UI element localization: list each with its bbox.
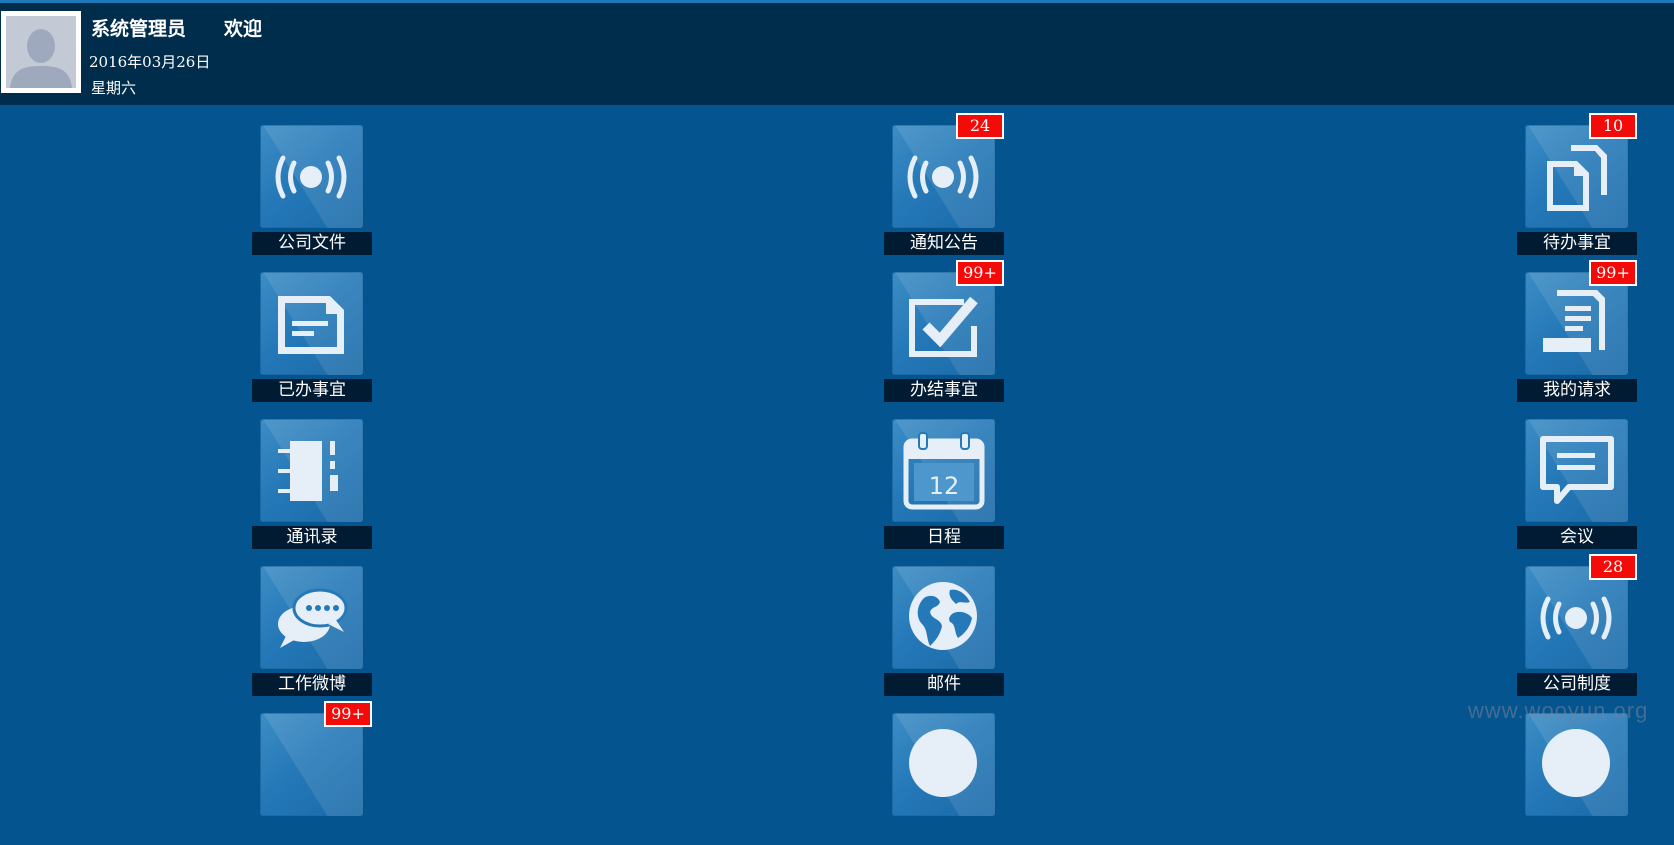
broadcast-icon	[1525, 566, 1628, 669]
tile-label: 办结事宜	[884, 379, 1004, 402]
tile-label: 工作微博	[252, 673, 372, 696]
calendar-day: 12	[929, 472, 960, 500]
tile-row5-middle[interactable]	[884, 713, 1004, 845]
tile-address-book[interactable]: 通讯录	[252, 419, 372, 551]
tile-notices[interactable]: 24 通知公告	[884, 113, 1004, 257]
avatar[interactable]	[1, 11, 81, 93]
current-weekday: 星期六	[91, 79, 137, 97]
calendar-icon: 12	[892, 419, 995, 522]
tile-row5-right[interactable]	[1517, 713, 1637, 845]
speech-bubble-icon	[1525, 419, 1628, 522]
count-badge: 24	[956, 113, 1004, 139]
globe-icon	[1525, 713, 1628, 816]
globe-icon	[892, 566, 995, 669]
broadcast-icon	[260, 713, 363, 816]
count-badge: 28	[1589, 554, 1637, 580]
welcome-text: 欢迎	[224, 18, 263, 40]
globe-icon	[892, 713, 995, 816]
tile-company-files[interactable]: 公司文件	[252, 125, 372, 257]
chat-bubbles-icon	[260, 566, 363, 669]
avatar-silhouette-icon	[6, 16, 76, 88]
tile-label: 已办事宜	[252, 379, 372, 402]
tile-label: 会议	[1517, 526, 1637, 549]
address-book-icon	[260, 419, 363, 522]
tile-pending-tasks[interactable]: 10 待办事宜	[1517, 113, 1637, 257]
tile-label: 待办事宜	[1517, 232, 1637, 255]
checkbox-icon	[892, 272, 995, 375]
tile-label: 我的请求	[1517, 379, 1637, 402]
documents-icon	[1525, 125, 1628, 228]
tile-work-microblog[interactable]: 工作微博	[252, 566, 372, 698]
tile-label: 通讯录	[252, 526, 372, 549]
tile-schedule[interactable]: 12 日程	[884, 419, 1004, 551]
tile-label: 通知公告	[884, 232, 1004, 255]
tile-completed-tasks[interactable]: 已办事宜	[252, 272, 372, 404]
broadcast-icon	[260, 125, 363, 228]
user-header: 系统管理员 欢迎 2016年03月26日 星期六	[0, 3, 1674, 105]
user-name: 系统管理员	[91, 18, 187, 40]
count-badge: 99+	[956, 260, 1004, 286]
tile-label: 公司文件	[252, 232, 372, 255]
tile-label: 日程	[884, 526, 1004, 549]
tile-finished-tasks[interactable]: 99+ 办结事宜	[884, 260, 1004, 404]
current-date: 2016年03月26日	[89, 53, 211, 71]
tile-mail[interactable]: 邮件	[884, 566, 1004, 698]
tile-label: 公司制度	[1517, 673, 1637, 696]
count-badge: 99+	[324, 701, 372, 727]
tile-label: 邮件	[884, 673, 1004, 696]
tile-my-requests[interactable]: 99+ 我的请求	[1517, 260, 1637, 404]
tile-company-rules[interactable]: 28 公司制度	[1517, 554, 1637, 698]
tile-meeting[interactable]: 会议	[1517, 419, 1637, 551]
broadcast-icon	[892, 125, 995, 228]
document-icon	[260, 272, 363, 375]
count-badge: 10	[1589, 113, 1637, 139]
tile-row5-left[interactable]: 99+	[252, 701, 372, 845]
watermark: www.wooyun.org	[1468, 698, 1649, 723]
request-icon	[1525, 272, 1628, 375]
count-badge: 99+	[1589, 260, 1637, 286]
